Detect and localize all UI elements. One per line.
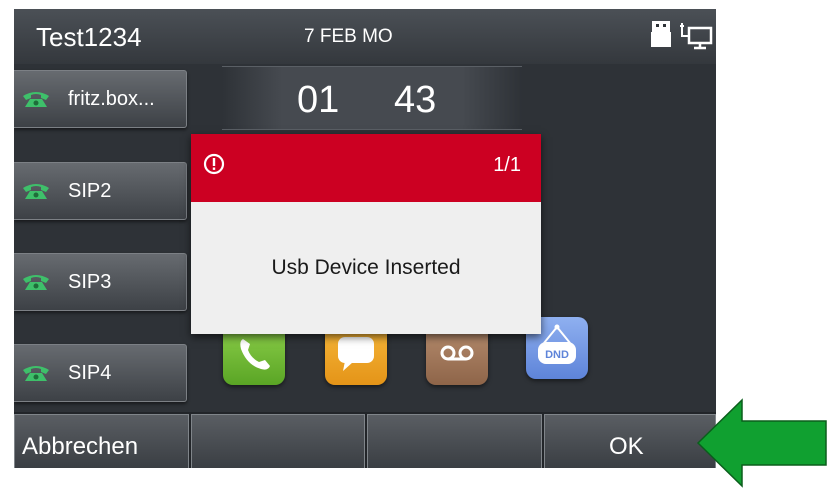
clock-minute: 43 bbox=[394, 79, 437, 121]
alert-icon bbox=[203, 153, 225, 175]
status-bar: Test1234 7 FEB MO bbox=[14, 9, 716, 64]
ok-softkey[interactable]: OK bbox=[544, 414, 716, 468]
phone-icon bbox=[23, 184, 49, 199]
clock: 01 43 bbox=[222, 66, 522, 130]
account-name: Test1234 bbox=[36, 22, 142, 52]
clock-hour: 01 bbox=[297, 79, 340, 121]
notification-popup: 1/1 Usb Device Inserted bbox=[191, 134, 541, 334]
pointer-arrow-icon bbox=[696, 398, 827, 488]
line-key-label: SIP2 bbox=[68, 180, 112, 202]
date-label: 7 FEB MO bbox=[304, 26, 393, 47]
popup-message: Usb Device Inserted bbox=[271, 256, 461, 279]
line-key-1[interactable]: fritz.box... bbox=[14, 70, 187, 128]
network-icon bbox=[680, 23, 713, 50]
phone-icon bbox=[23, 275, 49, 290]
line-key-label: fritz.box... bbox=[68, 88, 155, 110]
softkey-3[interactable] bbox=[367, 414, 542, 468]
popup-header: 1/1 bbox=[191, 134, 541, 202]
line-key-3[interactable]: SIP3 bbox=[14, 253, 187, 311]
softkey-label: Abbrechen bbox=[22, 433, 139, 460]
popup-counter: 1/1 bbox=[493, 154, 521, 176]
line-key-2[interactable]: SIP2 bbox=[14, 162, 187, 220]
line-key-label: SIP4 bbox=[68, 362, 112, 384]
softkey-label: OK bbox=[609, 433, 644, 460]
phone-screen: Test1234 7 FEB MO 01 43 fritz.box... SIP… bbox=[14, 9, 716, 468]
line-key-4[interactable]: SIP4 bbox=[14, 344, 187, 402]
softkey-2[interactable] bbox=[191, 414, 365, 468]
softkey-bar: Abbrechen OK bbox=[14, 412, 716, 468]
cancel-softkey[interactable]: Abbrechen bbox=[14, 414, 189, 468]
phone-icon bbox=[23, 366, 49, 381]
dnd-label: DND bbox=[545, 349, 569, 361]
phone-icon bbox=[23, 92, 49, 107]
line-key-label: SIP3 bbox=[68, 271, 112, 293]
usb-icon bbox=[651, 21, 671, 47]
